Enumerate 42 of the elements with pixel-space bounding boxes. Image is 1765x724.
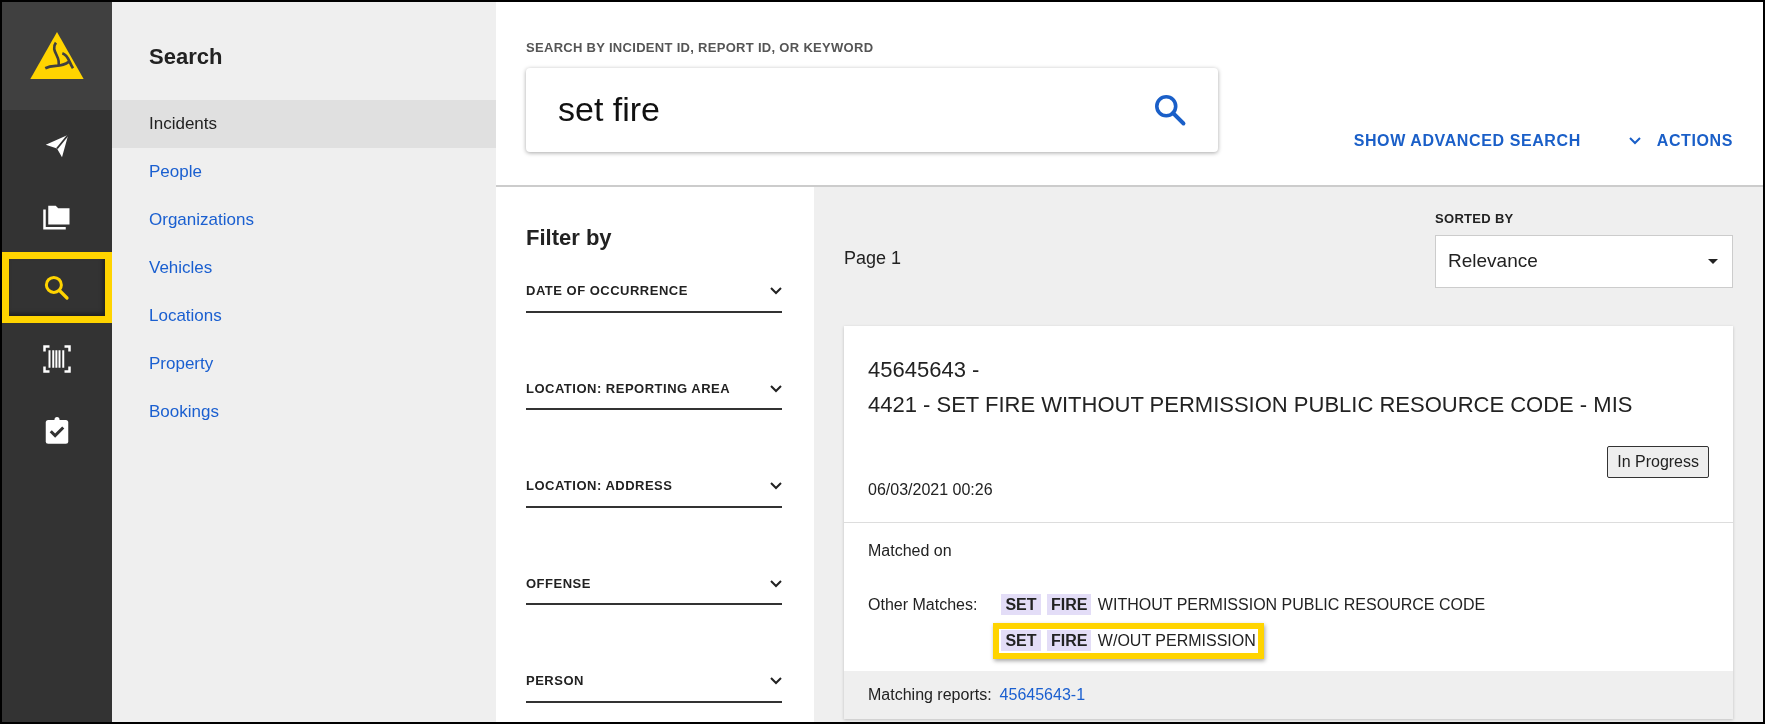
logo-icon	[30, 32, 84, 80]
sidebar-item[interactable]: People	[112, 148, 496, 196]
chevron-icon	[1628, 137, 1641, 145]
chevron-icon	[770, 482, 782, 491]
sidebar-item[interactable]: Organizations	[112, 196, 496, 244]
filter-dropdown[interactable]: LOCATION: ADDRESS	[526, 476, 782, 508]
search-input[interactable]: set fire	[556, 83, 1152, 136]
dropdown-icon	[1708, 258, 1718, 264]
filter-dropdown[interactable]: LOCATION: REPORTING AREA	[526, 378, 782, 411]
sidebar-item[interactable]: Vehicles	[112, 244, 496, 292]
incident-date: 06/03/2021 00:26	[868, 479, 994, 500]
report-link[interactable]: 45645643-1	[999, 685, 1086, 703]
sidebar-item[interactable]: Locations	[112, 292, 496, 340]
chevron-icon	[770, 287, 782, 296]
status-badge: In Progress	[1607, 445, 1709, 478]
matched-on-label: Matched on	[868, 540, 953, 561]
barcode-icon	[42, 343, 72, 374]
filter-dropdown[interactable]: DATE OF OCCURRENCE	[526, 281, 782, 313]
sidebar-title: Search	[148, 43, 224, 71]
other-matches-label: Other Matches:	[868, 594, 978, 615]
matching-reports-label: Matching reports:	[868, 685, 992, 703]
page-label: Page 1	[844, 246, 902, 270]
sidebar-item[interactable]: Incidents	[112, 100, 496, 148]
filter-dropdown[interactable]: PERSON	[526, 671, 782, 703]
incident-title: 4421 - SET FIRE WITHOUT PERMISSION PUBLIC RESOURCE CODE - MIS	[868, 390, 1634, 419]
sidebar-item[interactable]: Bookings	[112, 388, 496, 436]
sort-label: SORTED BY	[1435, 210, 1515, 228]
incident-id: 45645643 -	[868, 355, 981, 384]
filter-dropdown[interactable]: OFFENSE	[526, 573, 782, 606]
match-text: SET FIRE WITHOUT PERMISSION PUBLIC RESOURCE CODE	[993, 586, 1494, 623]
nav-button[interactable]	[2, 252, 112, 323]
sort-select[interactable]: Relevance	[1435, 234, 1733, 288]
chevron-icon	[770, 677, 782, 686]
chevron-icon	[770, 579, 782, 588]
search-label: SEARCH BY INCIDENT ID, REPORT ID, OR KEYWORD	[526, 39, 875, 57]
advanced-search-button[interactable]: SHOW ADVANCED SEARCH	[1353, 129, 1581, 153]
chevron-icon	[770, 384, 782, 393]
sidebar-item[interactable]: Property	[112, 340, 496, 388]
match-text: SET FIRE W/OUT PERMISSION	[993, 622, 1264, 659]
search-field[interactable]: set fire	[526, 67, 1218, 152]
actions-button[interactable]: ACTIONS	[1628, 129, 1733, 153]
filter-title: Filter by	[526, 225, 613, 252]
